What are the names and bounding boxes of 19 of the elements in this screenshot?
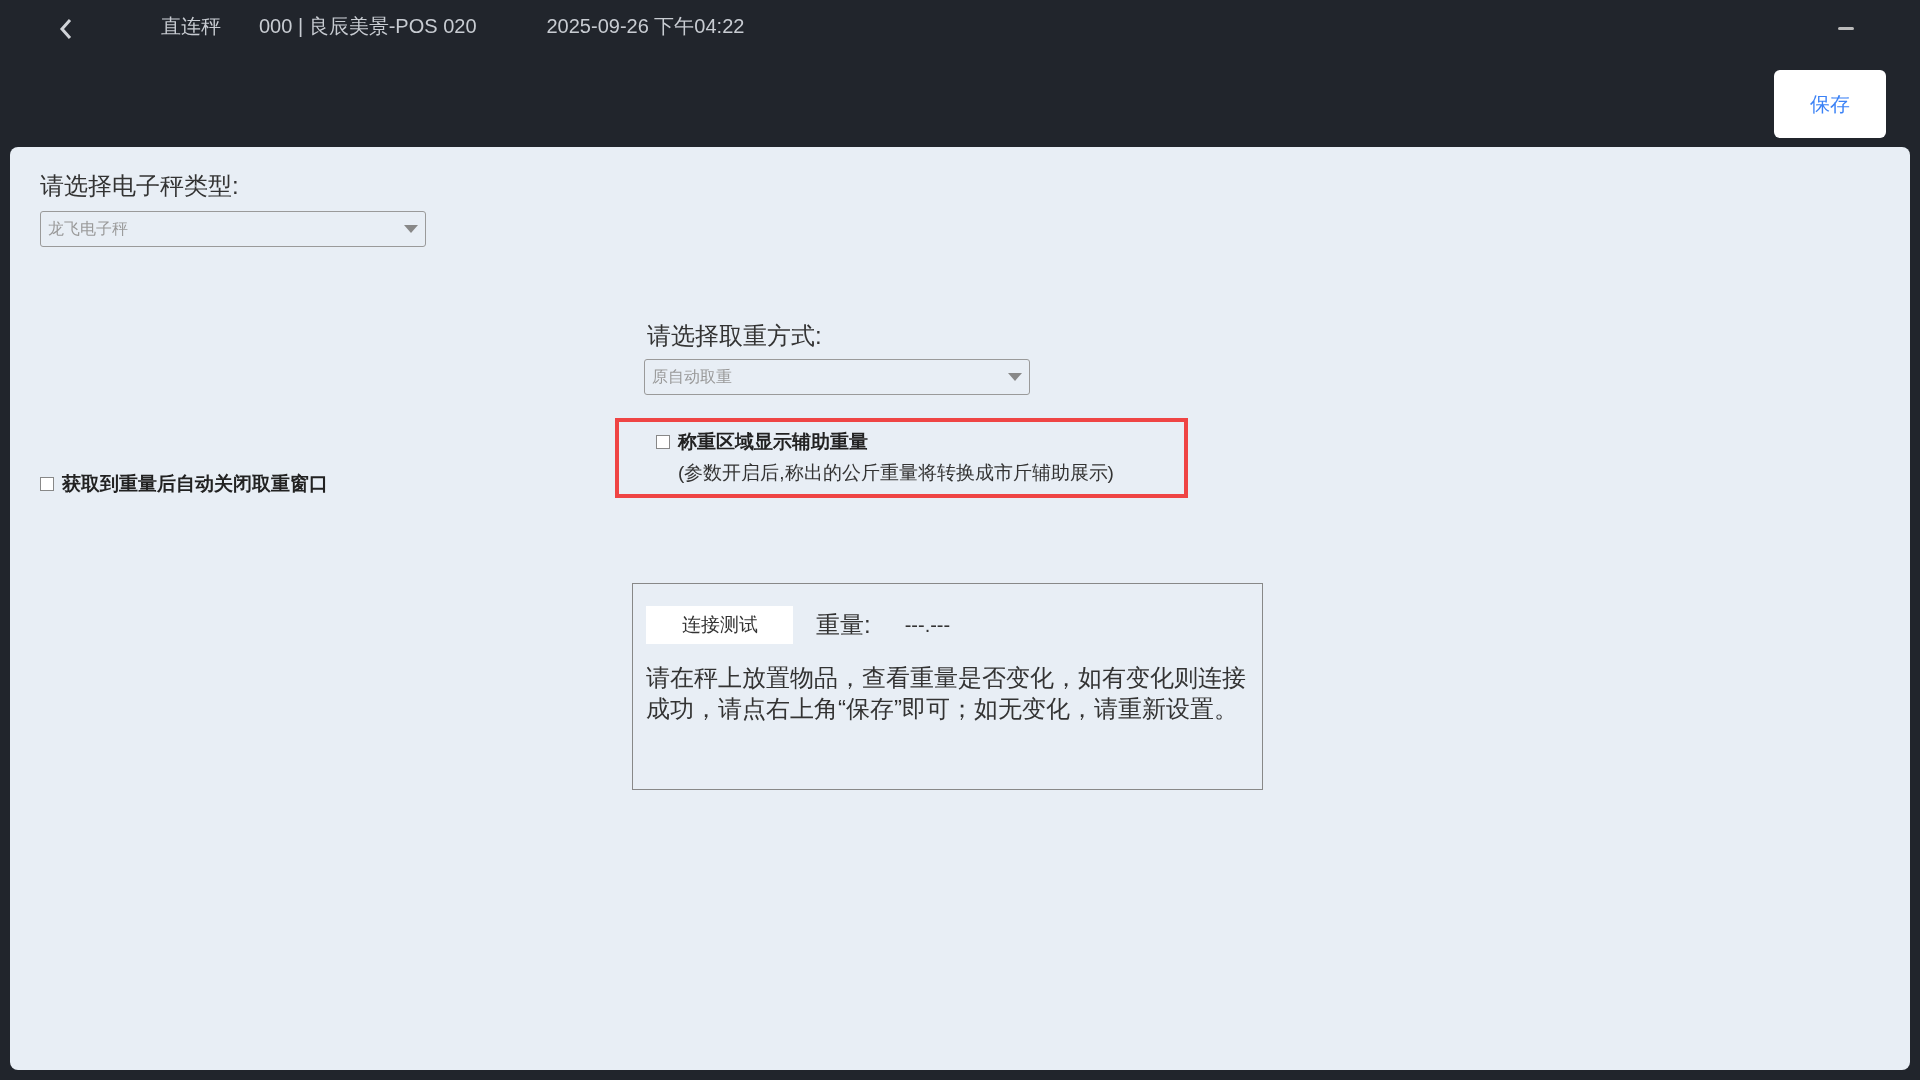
datetime: 2025-09-26 下午04:22	[546, 14, 745, 39]
instructions-text: 请在秤上放置物品，查看重量是否变化，如有变化则连接成功，请点右上角“保存”即可；如无变化，请重新设置。	[646, 663, 1246, 724]
weight-value: ---.---	[904, 613, 951, 638]
field-label: 请选择取重方式:	[647, 321, 823, 351]
caret-icon	[404, 225, 418, 233]
caret-icon	[1008, 373, 1022, 381]
back-icon[interactable]	[59, 18, 73, 40]
save-button[interactable]: 保存	[1774, 70, 1886, 138]
page-title: 直连秤	[161, 14, 221, 39]
field-label: 请选择电子秤类型:	[40, 171, 240, 201]
checkbox[interactable]	[40, 476, 54, 491]
checkbox-label[interactable]: 称重区域显示辅助重量	[678, 428, 868, 457]
connection-test-button[interactable]: 连接测试	[646, 606, 793, 644]
option-note: (参数开启后,称出的公斤重量将转换成市斤辅助展示)	[678, 460, 1115, 485]
minimize-button[interactable]	[1838, 27, 1854, 30]
weight-label: 重量:	[816, 610, 871, 640]
store-name: 000 | 良辰美景-POS 020	[259, 14, 477, 39]
checkbox[interactable]	[656, 435, 670, 450]
checkbox-label[interactable]: 获取到重量后自动关闭取重窗口	[62, 469, 328, 498]
